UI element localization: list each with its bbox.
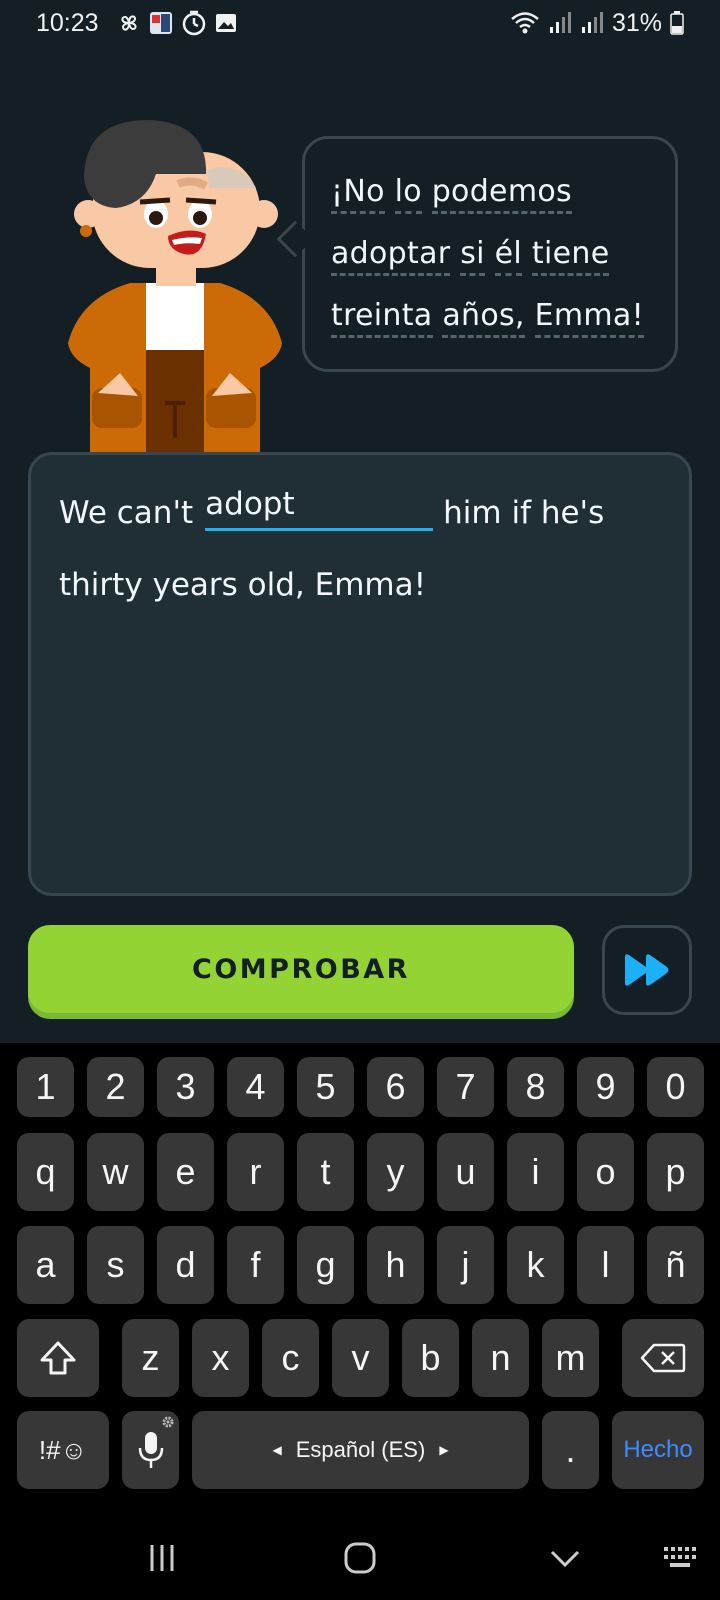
keyboard: 1 2 3 4 5 6 7 8 9 0 q w e r t y u i o p … xyxy=(0,1043,720,1521)
answer-blank-input[interactable] xyxy=(205,485,434,531)
key-c[interactable]: c xyxy=(262,1319,319,1397)
key-v[interactable]: v xyxy=(332,1319,389,1397)
key-q[interactable]: q xyxy=(17,1133,74,1211)
character-illustration xyxy=(68,120,282,453)
timer-icon xyxy=(182,10,205,36)
key-9[interactable]: 9 xyxy=(577,1057,634,1117)
chevron-right-icon: ▶ xyxy=(439,1443,449,1457)
shift-icon xyxy=(40,1341,76,1375)
answer-card: We can't him if he's thirty years old, E… xyxy=(28,452,692,896)
signal-icon xyxy=(581,12,603,33)
key-n[interactable]: n xyxy=(472,1319,529,1397)
bubble-line: treinta años, Emma! xyxy=(331,285,675,347)
key-2[interactable]: 2 xyxy=(87,1057,144,1117)
hint-word[interactable]: ¡No xyxy=(331,174,385,214)
period-key[interactable]: . xyxy=(542,1411,599,1489)
pinwheel-icon xyxy=(120,15,137,31)
key-h[interactable]: h xyxy=(367,1226,424,1304)
key-e[interactable]: e xyxy=(157,1133,214,1211)
key-3[interactable]: 3 xyxy=(157,1057,214,1117)
key-4[interactable]: 4 xyxy=(227,1057,284,1117)
key-0[interactable]: 0 xyxy=(647,1057,704,1117)
hint-word[interactable]: si xyxy=(460,236,485,276)
chevron-left-icon: ◀ xyxy=(272,1443,282,1457)
settings-gear-icon xyxy=(162,1416,174,1428)
key-n-tilde[interactable]: ñ xyxy=(647,1226,704,1304)
key-1[interactable]: 1 xyxy=(17,1057,74,1117)
battery-percent: 31% xyxy=(611,8,662,37)
speech-bubble: ¡No lo podemos adoptar si él tiene trein… xyxy=(302,136,678,372)
battery-icon xyxy=(670,11,684,35)
signal-icon xyxy=(549,12,571,33)
status-bar: 10:23 31% xyxy=(0,0,720,46)
key-j[interactable]: j xyxy=(437,1226,494,1304)
key-t[interactable]: t xyxy=(297,1133,354,1211)
key-x[interactable]: x xyxy=(192,1319,249,1397)
key-s[interactable]: s xyxy=(87,1226,144,1304)
key-g[interactable]: g xyxy=(297,1226,354,1304)
key-p[interactable]: p xyxy=(647,1133,704,1211)
hint-word[interactable]: adoptar xyxy=(331,236,451,276)
hint-word[interactable]: Emma! xyxy=(534,298,644,338)
wifi-icon xyxy=(511,12,539,34)
key-m[interactable]: m xyxy=(542,1319,599,1397)
system-nav-bar xyxy=(0,1521,720,1600)
key-z[interactable]: z xyxy=(122,1319,179,1397)
recent-apps-button[interactable] xyxy=(145,1541,179,1575)
key-i[interactable]: i xyxy=(507,1133,564,1211)
key-f[interactable]: f xyxy=(227,1226,284,1304)
hint-word[interactable]: podemos xyxy=(431,174,572,214)
answer-text-line2: thirty years old, Emma! xyxy=(59,567,427,603)
check-button[interactable]: COMPROBAR xyxy=(28,925,574,1013)
key-u[interactable]: u xyxy=(437,1133,494,1211)
key-k[interactable]: k xyxy=(507,1226,564,1304)
home-button[interactable] xyxy=(343,1541,377,1575)
answer-text-after: him if he's xyxy=(443,495,605,531)
hint-word[interactable]: tiene xyxy=(531,236,610,276)
backspace-key[interactable] xyxy=(622,1319,704,1397)
symbols-key[interactable]: !#☺ xyxy=(17,1411,109,1489)
key-r[interactable]: r xyxy=(227,1133,284,1211)
microphone-icon xyxy=(138,1432,163,1468)
app-thumbnail-icon xyxy=(149,12,172,34)
hint-word[interactable]: lo xyxy=(394,174,422,214)
skip-button[interactable] xyxy=(602,925,692,1015)
key-a[interactable]: a xyxy=(17,1226,74,1304)
key-l[interactable]: l xyxy=(577,1226,634,1304)
shift-key[interactable] xyxy=(17,1319,99,1397)
key-7[interactable]: 7 xyxy=(437,1057,494,1117)
key-y[interactable]: y xyxy=(367,1133,424,1211)
answer-text-before: We can't xyxy=(59,495,194,531)
voice-input-key[interactable] xyxy=(122,1411,179,1489)
hide-keyboard-button[interactable] xyxy=(548,1541,582,1575)
space-language-label: Español (ES) xyxy=(295,1437,426,1462)
key-8[interactable]: 8 xyxy=(507,1057,564,1117)
backspace-icon xyxy=(640,1343,686,1373)
answer-line: We can't him if he's xyxy=(59,485,604,531)
status-time: 10:23 xyxy=(36,8,99,37)
space-key[interactable]: ◀ Español (ES) ▶ xyxy=(192,1411,529,1489)
key-b[interactable]: b xyxy=(402,1319,459,1397)
fast-forward-icon xyxy=(625,954,669,986)
key-6[interactable]: 6 xyxy=(367,1057,424,1117)
key-d[interactable]: d xyxy=(157,1226,214,1304)
image-icon xyxy=(215,14,236,32)
key-o[interactable]: o xyxy=(577,1133,634,1211)
hint-word[interactable]: él xyxy=(494,236,523,276)
hint-word[interactable]: años, xyxy=(442,298,525,338)
key-5[interactable]: 5 xyxy=(297,1057,354,1117)
keyboard-switch-icon[interactable] xyxy=(662,1541,700,1575)
bubble-line: adoptar si él tiene xyxy=(331,223,675,285)
key-w[interactable]: w xyxy=(87,1133,144,1211)
done-key[interactable]: Hecho xyxy=(612,1411,704,1489)
bubble-line: ¡No lo podemos xyxy=(331,161,675,223)
hint-word[interactable]: treinta xyxy=(331,298,433,338)
